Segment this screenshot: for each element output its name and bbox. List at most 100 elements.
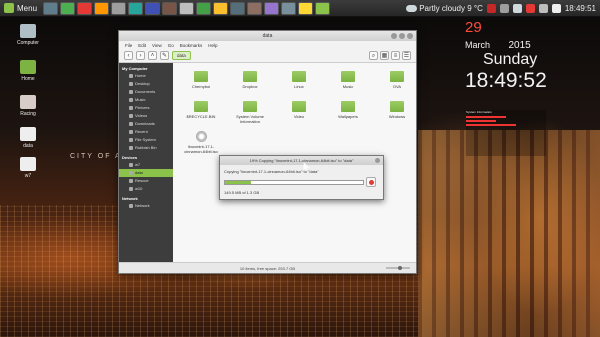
panel-launcher-icon[interactable] (145, 1, 161, 15)
folder-item[interactable]: Dropbox (230, 71, 270, 89)
network-icon[interactable] (512, 4, 522, 13)
system-info-title: System Information (466, 110, 492, 114)
panel-launcher-icon[interactable] (230, 1, 246, 15)
toggle-location-button[interactable]: ✎ (160, 51, 169, 60)
panel-launcher-icon[interactable] (111, 1, 127, 15)
file-name: Video (293, 114, 305, 119)
menu-item[interactable]: Go (168, 43, 174, 48)
sidebar-item[interactable]: Desktop (119, 80, 173, 88)
panel-launcher-icon[interactable] (128, 1, 144, 15)
volume-icon[interactable] (499, 4, 509, 13)
up-button[interactable]: ˄ (148, 51, 157, 60)
menu-button[interactable]: Menu (0, 0, 41, 17)
sidebar-item[interactable]: File System (119, 136, 173, 144)
panel-launcher-icon[interactable] (281, 1, 297, 15)
panel-clock[interactable]: 18:49:51 (565, 4, 596, 13)
panel-launcher-icon[interactable] (213, 1, 229, 15)
sidebar-item[interactable]: Home (119, 72, 173, 80)
sidebar-item-label: Network (135, 203, 150, 208)
folder-item[interactable]: Windows (377, 101, 417, 119)
panel-launcher-icon[interactable] (179, 1, 195, 15)
clock-year: 2015 (508, 40, 531, 51)
panel-launcher-icon[interactable] (196, 1, 212, 15)
maximize-icon[interactable] (399, 33, 405, 39)
copy-progress-bar (224, 180, 364, 185)
folder-item[interactable]: Linux (279, 71, 319, 89)
weather-applet[interactable]: Partly cloudy 9 °C (406, 4, 483, 13)
sidebar-item[interactable]: w7 (119, 161, 173, 169)
notification-icon[interactable] (525, 4, 535, 13)
menu-item[interactable]: View (152, 43, 162, 48)
sidebar-item[interactable]: Downloads (119, 120, 173, 128)
battery-icon[interactable] (551, 4, 561, 13)
desktop-icon[interactable]: w7 (8, 157, 48, 179)
sidebar-item[interactable]: Network (119, 202, 173, 210)
flag-icon[interactable] (486, 4, 496, 13)
folder-item[interactable]: Chernyboi (181, 71, 221, 89)
sidebar-item-label: Music (135, 97, 146, 102)
sidebar-item-label: File System (135, 137, 156, 142)
menu-item[interactable]: Bookmarks (180, 43, 203, 48)
zoom-handle[interactable] (398, 266, 402, 270)
minimize-icon[interactable] (391, 33, 397, 39)
sidebar-item[interactable]: w10 (119, 185, 173, 193)
menu-item[interactable]: Edit (138, 43, 146, 48)
cancel-copy-button[interactable] (366, 177, 376, 187)
icon-view-icon[interactable]: ▦ (380, 51, 389, 60)
folder-item[interactable]: Wallpapers (328, 101, 368, 119)
panel-launcher-icon[interactable] (264, 1, 280, 15)
panel-launcher-icon[interactable] (315, 1, 331, 15)
sidebar-item-label: Home (135, 73, 146, 78)
list-view-icon[interactable]: ≡ (391, 51, 400, 60)
panel-launcher-icon[interactable] (162, 1, 178, 15)
zoom-slider[interactable] (386, 266, 410, 270)
file-manager-window: data File Edit View Go Bookmarks Help ‹ › ˄ ✎… (118, 30, 417, 274)
panel-launcher-icon[interactable] (43, 1, 59, 15)
sidebar-item[interactable]: Rescue (119, 177, 173, 185)
desktop-icon-label: Computer (17, 40, 39, 46)
place-icon (129, 122, 133, 126)
panel-launcher-icon[interactable] (247, 1, 263, 15)
sidebar-item[interactable]: Pictures (119, 104, 173, 112)
sidebar-item[interactable]: Recent (119, 128, 173, 136)
wifi-icon[interactable] (538, 4, 548, 13)
system-tray: Partly cloudy 9 °C 18:49:51 (400, 0, 596, 17)
file-item[interactable]: linuxmint-17.1-cinnamon-64bit.iso (181, 131, 221, 154)
sidebar-item[interactable]: Videos (119, 112, 173, 120)
desktop-icon[interactable]: Racing (8, 95, 48, 117)
close-icon[interactable] (375, 158, 380, 163)
place-icon (129, 187, 133, 191)
sidebar-item-label: Documents (135, 89, 156, 94)
folder-item[interactable]: System Volume Information (230, 101, 270, 124)
place-icon (129, 138, 133, 142)
compact-view-icon[interactable]: ☰ (402, 51, 411, 60)
folder-item[interactable]: $RECYCLE.BIN (181, 101, 221, 119)
desktop-icon[interactable]: Computer (8, 24, 48, 46)
panel-launcher-icon[interactable] (94, 1, 110, 15)
folder-item[interactable]: Music (328, 71, 368, 89)
top-panel: Menu Partly cloudy 9 °C 18:49:51 (0, 0, 600, 17)
folder-item[interactable]: Video (279, 101, 319, 119)
panel-launcher-icon[interactable] (77, 1, 93, 15)
sidebar-item[interactable]: data (119, 169, 173, 177)
desktop-icon[interactable]: Home (8, 60, 48, 82)
forward-button[interactable]: › (136, 51, 145, 60)
folder-item[interactable]: OVA (377, 71, 417, 89)
location-breadcrumb[interactable]: data (172, 51, 191, 60)
close-icon[interactable] (407, 33, 413, 39)
sidebar-item[interactable]: Music (119, 96, 173, 104)
menu-item[interactable]: Help (208, 43, 217, 48)
sidebar-item[interactable]: Documents (119, 88, 173, 96)
menu-item[interactable]: File (125, 43, 132, 48)
folder-icon (292, 101, 306, 112)
system-info-widget: System Information (466, 110, 546, 156)
window-titlebar[interactable]: data (119, 31, 416, 41)
desktop-icon[interactable]: data (8, 127, 48, 149)
panel-launcher-icon[interactable] (298, 1, 314, 15)
back-button[interactable]: ‹ (124, 51, 133, 60)
folder-icon (292, 71, 306, 82)
mint-logo-icon (4, 3, 14, 13)
search-icon[interactable]: ⌕ (369, 51, 378, 60)
panel-launcher-icon[interactable] (60, 1, 76, 15)
sidebar-item[interactable]: Rubbish Bin (119, 144, 173, 152)
